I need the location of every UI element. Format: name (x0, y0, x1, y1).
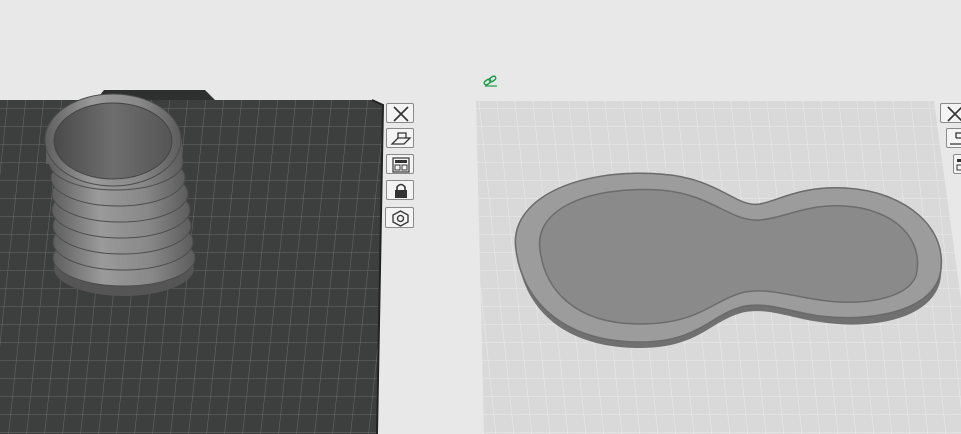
plate-1-settings-button[interactable] (385, 207, 414, 228)
close-icon (393, 106, 409, 122)
link-icon[interactable] (482, 74, 500, 88)
plate-settings-icon (392, 210, 409, 227)
ribbed-cup-model[interactable] (44, 93, 196, 296)
plate-1-arrange-button[interactable] (386, 154, 414, 174)
plate-1-lock-button[interactable] (386, 180, 414, 200)
plate-1-close-button[interactable] (386, 103, 414, 123)
plate-1-auto-orient-button[interactable] (386, 128, 414, 148)
link-chain-icon (483, 75, 497, 87)
auto-orient-icon (950, 132, 961, 145)
3d-viewport[interactable] (0, 0, 961, 434)
plate-2-arrange-button[interactable] (953, 154, 961, 174)
close-icon (947, 106, 961, 122)
plate-2-close-button[interactable] (940, 103, 961, 123)
arrange-icon (392, 157, 410, 173)
arrange-icon (956, 159, 961, 171)
auto-orient-icon (390, 132, 412, 145)
plate-2-auto-orient-button[interactable] (946, 128, 961, 148)
lock-icon (395, 183, 407, 198)
